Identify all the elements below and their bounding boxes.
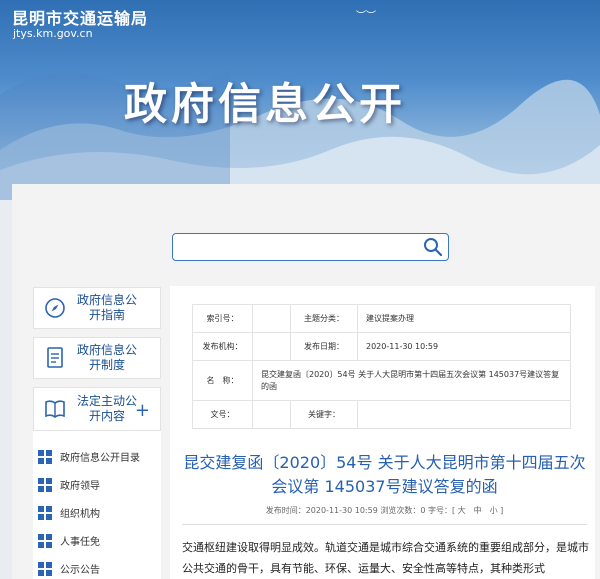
sidebar-card-label: 法定主动公开内容 (76, 394, 137, 423)
topic-label: 主题分类： (290, 304, 358, 333)
sidebar-item-label: 公示公告 (60, 565, 100, 576)
meta-table: 索引号： 主题分类： 建议提案办理 发布机构： 发布日期： 2020-11-30… (192, 304, 571, 429)
article-body: 交通枢纽建设取得明显成效。轨道交通是城市综合交通系统的重要组成部分，是城市公共交… (182, 541, 589, 575)
sidebar-item[interactable]: 人事任免 (38, 533, 100, 548)
sidebar-item-label: 组织机构 (60, 509, 100, 520)
docno-value (252, 400, 291, 429)
grid-icon (38, 561, 52, 576)
compass-icon (45, 298, 65, 318)
topic-value: 建议提案办理 (357, 304, 571, 333)
sidebar-card-guide[interactable]: 政府信息公开指南 (33, 287, 161, 329)
publish-info: 发布时间：2020-11-30 10:59 浏览次数：0 字号：[ 大 中 小 … (265, 506, 504, 515)
sidebar-item[interactable]: 政府领导 (38, 477, 100, 492)
sidebar-card-label: 政府信息公开指南 (76, 293, 137, 322)
banner-title: 政府信息公开 (124, 80, 406, 130)
sidebar-item[interactable]: 公示公告 (38, 561, 100, 576)
sidebar-card-label: 政府信息公开制度 (76, 343, 137, 372)
article-title: 昆交建复函〔2020〕54号 关于人大昆明市第十四届五次会议第 145037号建… (183, 453, 586, 496)
sidebar-card-system[interactable]: 政府信息公开制度 (33, 337, 161, 379)
grid-icon (38, 449, 52, 464)
search-icon[interactable] (423, 237, 443, 257)
publisher-value (252, 332, 291, 361)
sidebar-item-label: 政府信息公开目录 (60, 453, 140, 464)
grid-icon (38, 505, 52, 520)
grid-icon (38, 477, 52, 492)
docno-label: 文号： (192, 400, 253, 429)
header-banner: 昆明市交通运输局 jtys.km.gov.cn ︶︶ 政府信息公开 (0, 0, 600, 200)
name-label: 名 称： (192, 360, 253, 401)
divider (182, 524, 587, 525)
keyword-label: 关键字： (290, 400, 358, 429)
keyword-value (357, 400, 571, 429)
sidebar-item-label: 政府领导 (60, 481, 100, 492)
sidebar-item-label: 人事任免 (60, 537, 100, 548)
site-name[interactable]: 昆明市交通运输局 (12, 5, 148, 29)
sidebar-item[interactable]: 组织机构 (38, 505, 100, 520)
document-icon (47, 347, 63, 368)
grid-icon (38, 533, 52, 548)
index-value (252, 304, 291, 333)
bird-icon: ︶︶ (356, 11, 376, 22)
sidebar-item[interactable]: 政府信息公开目录 (38, 449, 140, 464)
expand-icon[interactable]: + (135, 400, 150, 421)
index-label: 索引号： (192, 304, 253, 333)
date-value: 2020-11-30 10:59 (357, 332, 571, 361)
search-input[interactable] (172, 233, 449, 261)
site-url: jtys.km.gov.cn (13, 27, 93, 40)
date-label: 发布日期： (290, 332, 358, 361)
sidebar-card-content[interactable]: 法定主动公开内容 + (33, 387, 161, 431)
name-value: 昆交建复函〔2020〕54号 关于人大昆明市第十四届五次会议第 145037号建… (252, 360, 571, 401)
publisher-label: 发布机构： (192, 332, 253, 361)
book-icon (45, 400, 65, 418)
